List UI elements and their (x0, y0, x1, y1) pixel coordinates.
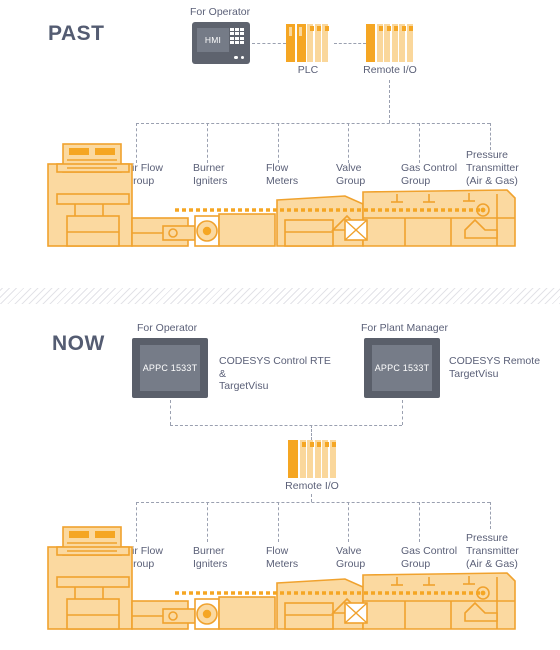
now-trunk-line (311, 494, 312, 502)
hmi-indicator-dots-icon (234, 55, 244, 59)
now-remote-io-label: Remote I/O (285, 480, 339, 492)
past-trunk-line (389, 80, 390, 123)
past-remote-io-label: Remote I/O (363, 64, 417, 76)
hmi-screen-label: HMI (204, 35, 222, 45)
past-remote-io-device[interactable] (366, 24, 414, 62)
past-operator-caption: For Operator (190, 6, 251, 18)
hmi-screen: HMI (197, 28, 229, 52)
link-hmi-to-plc (252, 43, 286, 44)
now-operator-caption: For Operator (137, 322, 198, 334)
now-bus-line (136, 502, 490, 503)
past-era-title: PAST (48, 22, 105, 45)
plant-manager-software-line2: TargetVisu (449, 367, 499, 380)
plant-manager-appc-panel[interactable]: APPC 1533T (364, 338, 440, 398)
past-section: PAST For Operator HMI PLC Remote I/O Air… (0, 0, 560, 285)
hmi-keypad-icon (230, 28, 244, 44)
operator-appc-screen: APPC 1533T (140, 345, 200, 391)
diagram-canvas: PAST For Operator HMI PLC Remote I/O Air… (0, 0, 560, 650)
plant-manager-software-label: CODESYS Remote TargetVisu (449, 355, 555, 380)
past-plant-illustration (45, 138, 525, 258)
plant-manager-software-line1: CODESYS Remote (449, 355, 541, 367)
link-plc-to-remote-io (334, 43, 366, 44)
now-era-title: NOW (52, 332, 105, 355)
hmi-device[interactable]: HMI (192, 22, 250, 64)
operator-software-line2: TargetVisu (219, 380, 269, 392)
operator-software-line1: CODESYS Control RTE & (219, 355, 331, 380)
now-plant-illustration (45, 521, 525, 641)
operator-drop-line (170, 400, 171, 425)
operator-appc-screen-label: APPC 1533T (142, 363, 198, 373)
now-remote-io-feed-line (311, 425, 312, 440)
plant-manager-drop-line (402, 400, 403, 425)
plant-manager-appc-screen: APPC 1533T (372, 345, 432, 391)
now-top-bus-line (170, 425, 402, 426)
now-section: NOW For Operator APPC 1533T CODESYS Cont… (0, 304, 560, 650)
past-bus-line (136, 123, 490, 124)
section-divider (0, 288, 560, 304)
plant-manager-appc-screen-label: APPC 1533T (374, 363, 430, 373)
operator-appc-panel[interactable]: APPC 1533T (132, 338, 208, 398)
operator-software-label: CODESYS Control RTE & TargetVisu (219, 355, 335, 393)
plc-label: PLC (297, 64, 319, 76)
now-plant-manager-caption: For Plant Manager (361, 322, 448, 334)
now-remote-io-device[interactable] (288, 440, 337, 478)
plc-device[interactable] (286, 24, 330, 62)
